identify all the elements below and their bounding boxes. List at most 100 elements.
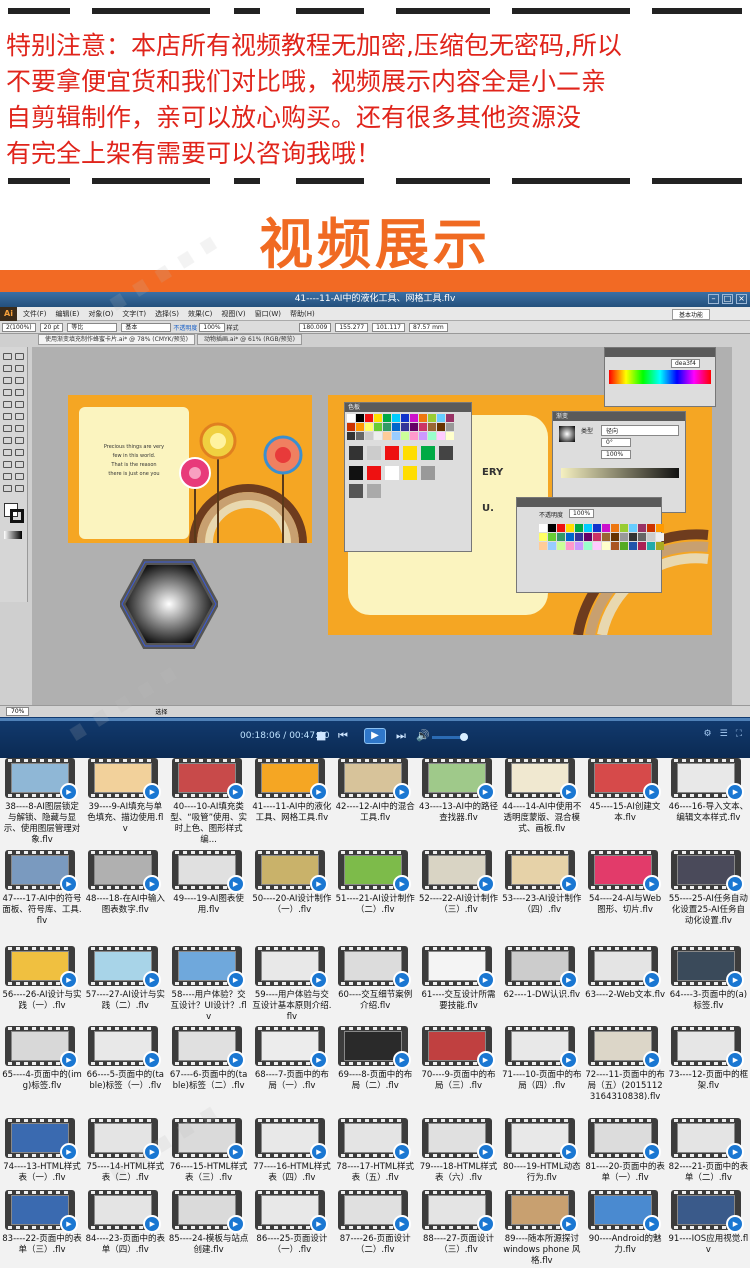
pen-tool-icon[interactable] [3, 377, 12, 384]
media-player-icon: ▶ [226, 1051, 245, 1069]
line-tool-icon[interactable] [3, 389, 12, 396]
seek-bar[interactable] [0, 718, 750, 721]
close-icon[interactable]: × [736, 294, 747, 304]
rectangle-tool-icon[interactable] [15, 389, 24, 396]
blend-tool-icon[interactable] [15, 461, 24, 468]
settings-icon[interactable]: ⚙ [704, 729, 712, 739]
menu-item[interactable]: 文件(F) [23, 309, 47, 319]
color-panel[interactable]: dea3f4 [604, 347, 716, 407]
volume-icon[interactable]: 🔊 [416, 729, 430, 742]
gradient-type-select[interactable]: 径向 [601, 425, 679, 436]
video-filename: 51----21-AI设计制作（二）.flv [335, 894, 415, 915]
gradient-aspect-field[interactable]: 100% [601, 450, 631, 459]
media-player-icon: ▶ [309, 875, 328, 893]
swatches-panel[interactable]: 色板 [344, 402, 472, 552]
video-filename: 57----27-AI设计与实践（二）.flv [85, 990, 165, 1011]
opacity-field[interactable]: 100% [199, 322, 225, 332]
gradient-mode-icon[interactable] [4, 531, 22, 539]
volume-slider[interactable] [432, 733, 468, 741]
zoom-tool-icon[interactable] [15, 485, 24, 492]
menu-item[interactable]: 编辑(E) [55, 309, 79, 319]
warp-tool-icon[interactable] [3, 425, 12, 432]
video-filename: 91----IOS应用视觉.flv [668, 1234, 749, 1255]
video-filename: 46----16-导入文本、编辑文本样式.flv [668, 802, 749, 823]
media-player-icon: ▶ [643, 971, 662, 989]
hex-field[interactable]: dea3f4 [671, 359, 700, 368]
slice-tool-icon[interactable] [3, 473, 12, 480]
maximize-icon[interactable]: □ [722, 294, 733, 304]
video-filename: 75----14-HTML样式表（二）.flv [86, 1162, 165, 1183]
stroke-profile[interactable]: 等比 [67, 322, 118, 332]
gradient-angle-field[interactable]: 0° [601, 438, 631, 447]
x-field[interactable]: 180.009 [298, 322, 332, 332]
selection-tool-icon[interactable] [3, 353, 12, 360]
y-field[interactable]: 155.277 [335, 322, 369, 332]
media-player-icon: ▶ [60, 783, 78, 801]
brush-tool-icon[interactable] [3, 401, 12, 408]
free-transform-tool-icon[interactable] [15, 425, 24, 432]
video-filename: 80----19-HTML动态行为.flv [502, 1162, 581, 1183]
menu-item[interactable]: 帮助(H) [290, 309, 315, 319]
playlist-icon[interactable]: ☰ [720, 729, 728, 739]
menu-item[interactable]: 文字(T) [122, 309, 146, 319]
fullscreen-icon[interactable]: ⛶ [736, 729, 742, 739]
eraser-tool-icon[interactable] [15, 473, 24, 480]
stroke-swatch-icon[interactable] [10, 509, 24, 523]
zoom-field[interactable]: 70% [6, 707, 30, 716]
media-player-icon: ▶ [143, 783, 162, 801]
swatch-flyout[interactable] [537, 522, 666, 552]
eyedropper-tool-icon[interactable] [3, 461, 12, 468]
video-player[interactable]: 41----11-AI中的液化工具、网格工具.flv – □ × Ai 文件(F… [0, 292, 750, 758]
symbol-tool-icon[interactable] [3, 437, 12, 444]
media-player-icon: ▶ [643, 875, 662, 893]
swatch-grid[interactable] [345, 412, 471, 442]
graph-tool-icon[interactable] [15, 437, 24, 444]
w-field[interactable]: 101.117 [372, 322, 405, 332]
lasso-tool-icon[interactable] [15, 365, 24, 372]
opacity-panel-field[interactable]: 100% [569, 509, 595, 518]
video-filename: 78----17-HTML样式表（五）.flv [336, 1162, 414, 1183]
media-player-icon: ▶ [559, 783, 578, 801]
brush-definition[interactable]: 基本 [121, 322, 172, 332]
current-tool-label: 选择 [155, 709, 168, 716]
next-icon[interactable]: ⏭ [396, 729, 406, 743]
direct-select-tool-icon[interactable] [15, 353, 24, 360]
previous-icon[interactable]: ⏮ [338, 729, 348, 743]
video-filename: 48----18-在AI中输入图表数字.flv [85, 894, 165, 915]
document-tab[interactable]: 使用渐变填充制作蜂蜜卡片.ai* @ 78% (CMYK/预览) [38, 334, 195, 345]
media-player-icon: ▶ [309, 971, 328, 989]
gradient-tool-icon[interactable] [15, 449, 24, 456]
workspace-switcher[interactable]: 基本功能 [671, 309, 710, 320]
menu-item[interactable]: 选择(S) [155, 309, 179, 319]
video-filename: 54----24-AI与Web图形、切片.flv [589, 894, 662, 915]
opacity-link[interactable]: 不透明度 [173, 323, 197, 332]
video-filename: 42----12-AI中的混合工具.flv [335, 802, 415, 823]
artboard-canvas[interactable]: Precious things are very few in this wor… [32, 347, 732, 707]
stroke-weight-field[interactable]: 20 pt [39, 322, 64, 332]
menu-item[interactable]: 窗口(W) [255, 309, 281, 319]
transparency-panel[interactable]: 不透明度 100% [516, 497, 664, 593]
menu-item[interactable]: 对象(O) [88, 309, 113, 319]
color-spectrum[interactable] [609, 370, 711, 384]
video-filename: 53----23-AI设计制作（四）.flv [502, 894, 582, 915]
radial-gradient-hexagon[interactable] [120, 559, 218, 649]
media-player-icon: ▶ [309, 783, 328, 801]
rotate-tool-icon[interactable] [3, 413, 12, 420]
hand-tool-icon[interactable] [3, 485, 12, 492]
mesh-tool-icon[interactable] [3, 449, 12, 456]
pencil-tool-icon[interactable] [15, 401, 24, 408]
h-field[interactable]: 87.57 mm [408, 322, 448, 332]
gradient-slider[interactable] [561, 468, 679, 478]
scale-tool-icon[interactable] [15, 413, 24, 420]
video-filename: 64----3-页面中的(a)标签.flv [669, 990, 748, 1011]
video-filename: 83----22-页面中的表单（三）.flv [2, 1234, 82, 1255]
document-tab[interactable]: 动物插画.ai* @ 61% (RGB/预览) [196, 334, 302, 345]
menu-item[interactable]: 视图(V) [221, 309, 245, 319]
gradient-swatches[interactable] [345, 442, 465, 502]
minimize-icon[interactable]: – [708, 294, 719, 304]
type-tool-icon[interactable] [15, 377, 24, 384]
magic-wand-tool-icon[interactable] [3, 365, 12, 372]
menu-item[interactable]: 效果(C) [188, 309, 212, 319]
stop-icon[interactable]: ■ [316, 729, 326, 742]
play-button[interactable]: ▶ [364, 728, 386, 744]
